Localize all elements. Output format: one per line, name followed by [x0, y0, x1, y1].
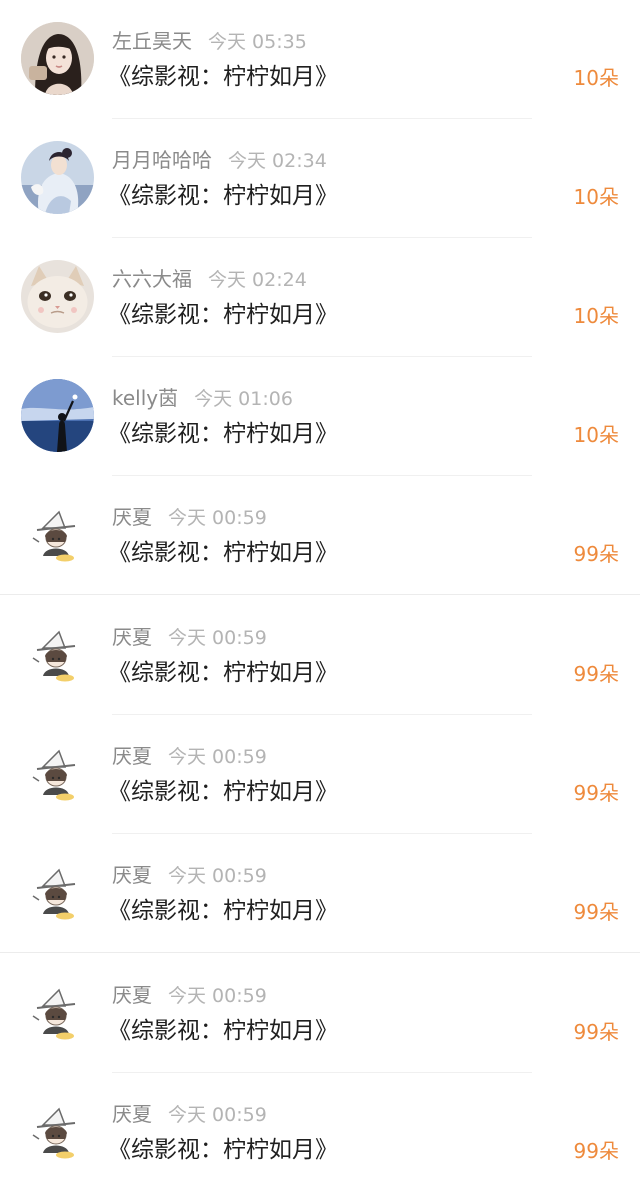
book-title[interactable]: 《综影视：柠柠如月》 [108, 775, 338, 809]
book-title[interactable]: 《综影视：柠柠如月》 [108, 298, 338, 332]
book-title[interactable]: 《综影视：柠柠如月》 [108, 1014, 338, 1048]
book-title[interactable]: 《综影视：柠柠如月》 [108, 894, 338, 928]
chibi-witch-avatar-icon[interactable] [21, 498, 94, 571]
list-item[interactable]: kelly茵 今天 01:06 《综影视：柠柠如月》 10朵 [0, 357, 640, 476]
list-item[interactable]: 月月哈哈哈 今天 02:34 《综影视：柠柠如月》 10朵 [0, 119, 640, 238]
book-title[interactable]: 《综影视：柠柠如月》 [108, 60, 338, 94]
gift-amount: 99朵 [573, 781, 619, 805]
user-name[interactable]: 厌夏 [112, 983, 152, 1007]
name-time-line: 六六大福 今天 02:24 [112, 266, 307, 292]
list-item[interactable]: 厌夏 今天 00:59 《综影视：柠柠如月》 99朵 [0, 715, 640, 834]
name-time-line: 厌夏 今天 00:59 [112, 982, 267, 1008]
chibi-witch-avatar-icon[interactable] [21, 737, 94, 810]
gift-record-list: 左丘昊天 今天 05:35 《综影视：柠柠如月》 10朵 月月哈哈哈 今天 02:3… [0, 0, 640, 1194]
row-divider [0, 952, 640, 953]
gift-time: 今天 05:35 [208, 31, 307, 53]
gift-time: 今天 00:59 [168, 627, 267, 649]
gift-amount: 10朵 [573, 185, 619, 209]
chibi-witch-avatar-icon[interactable] [21, 856, 94, 929]
name-time-line: 厌夏 今天 00:59 [112, 1101, 267, 1127]
gift-amount: 99朵 [573, 662, 619, 686]
girl-portrait-avatar-icon[interactable] [21, 22, 94, 95]
name-time-line: 厌夏 今天 00:59 [112, 624, 267, 650]
gift-time: 今天 00:59 [168, 746, 267, 768]
name-time-line: 厌夏 今天 00:59 [112, 504, 267, 530]
name-time-line: 月月哈哈哈 今天 02:34 [112, 147, 327, 173]
gift-time: 今天 00:59 [168, 1104, 267, 1126]
row-divider [0, 594, 640, 595]
gift-amount: 99朵 [573, 1139, 619, 1163]
gift-time: 今天 00:59 [168, 865, 267, 887]
user-name[interactable]: 六六大福 [112, 267, 192, 291]
user-name[interactable]: 厌夏 [112, 863, 152, 887]
book-title[interactable]: 《综影视：柠柠如月》 [108, 536, 338, 570]
list-item[interactable]: 左丘昊天 今天 05:35 《综影视：柠柠如月》 10朵 [0, 0, 640, 119]
list-item[interactable]: 厌夏 今天 00:59 《综影视：柠柠如月》 99朵 [0, 476, 640, 595]
name-time-line: 厌夏 今天 00:59 [112, 862, 267, 888]
book-title[interactable]: 《综影视：柠柠如月》 [108, 179, 338, 213]
gift-amount: 99朵 [573, 542, 619, 566]
gift-amount: 99朵 [573, 900, 619, 924]
seaside-figure-avatar-icon[interactable] [21, 379, 94, 452]
name-time-line: 左丘昊天 今天 05:35 [112, 28, 307, 54]
user-name[interactable]: 厌夏 [112, 505, 152, 529]
list-item[interactable]: 六六大福 今天 02:24 《综影视：柠柠如月》 10朵 [0, 238, 640, 357]
name-time-line: kelly茵 今天 01:06 [112, 385, 293, 411]
gift-time: 今天 01:06 [194, 388, 293, 410]
book-title[interactable]: 《综影视：柠柠如月》 [108, 656, 338, 690]
painted-lady-avatar-icon[interactable] [21, 141, 94, 214]
gift-amount: 99朵 [573, 1020, 619, 1044]
user-name[interactable]: kelly茵 [112, 386, 178, 410]
chibi-witch-avatar-icon[interactable] [21, 618, 94, 691]
gift-time: 今天 02:34 [228, 150, 327, 172]
book-title[interactable]: 《综影视：柠柠如月》 [108, 1133, 338, 1167]
list-item[interactable]: 厌夏 今天 00:59 《综影视：柠柠如月》 99朵 [0, 596, 640, 715]
user-name[interactable]: 左丘昊天 [112, 29, 192, 53]
gift-amount: 10朵 [573, 66, 619, 90]
user-name[interactable]: 厌夏 [112, 625, 152, 649]
chibi-witch-avatar-icon[interactable] [21, 976, 94, 1049]
user-name[interactable]: 厌夏 [112, 1102, 152, 1126]
gift-amount: 10朵 [573, 304, 619, 328]
name-time-line: 厌夏 今天 00:59 [112, 743, 267, 769]
list-item[interactable]: 厌夏 今天 00:59 《综影视：柠柠如月》 99朵 [0, 1073, 640, 1192]
gift-amount: 10朵 [573, 423, 619, 447]
gift-time: 今天 00:59 [168, 507, 267, 529]
cat-avatar-icon[interactable] [21, 260, 94, 333]
user-name[interactable]: 月月哈哈哈 [112, 148, 212, 172]
user-name[interactable]: 厌夏 [112, 744, 152, 768]
gift-time: 今天 00:59 [168, 985, 267, 1007]
list-item[interactable]: 厌夏 今天 00:59 《综影视：柠柠如月》 99朵 [0, 954, 640, 1073]
list-item[interactable]: 厌夏 今天 00:59 《综影视：柠柠如月》 99朵 [0, 834, 640, 953]
book-title[interactable]: 《综影视：柠柠如月》 [108, 417, 338, 451]
gift-time: 今天 02:24 [208, 269, 307, 291]
chibi-witch-avatar-icon[interactable] [21, 1095, 94, 1168]
